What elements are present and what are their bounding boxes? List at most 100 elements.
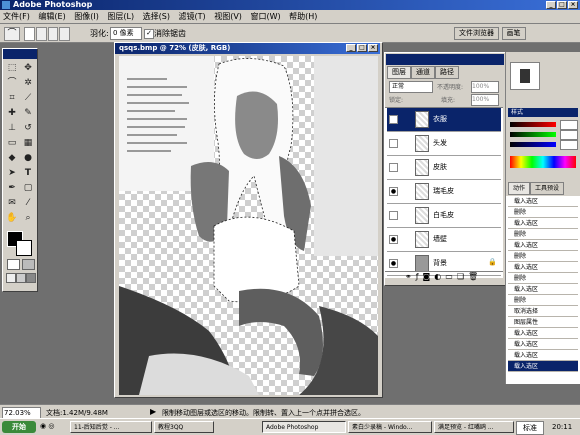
lasso-tool-icon[interactable]: ⌒ xyxy=(5,76,19,90)
layer-row[interactable]: 头发 xyxy=(387,132,501,156)
history-item[interactable]: 载入选区 xyxy=(508,218,578,229)
menu-select[interactable]: 选择(S) xyxy=(140,10,173,23)
close-button[interactable]: × xyxy=(568,1,578,9)
intersect-selection-icon[interactable] xyxy=(59,27,70,41)
hand-tool-icon[interactable]: ✋ xyxy=(5,211,19,225)
doc-close-button[interactable]: × xyxy=(368,44,378,52)
menu-view[interactable]: 视图(V) xyxy=(211,10,245,23)
start-button[interactable]: 开始 xyxy=(2,421,36,433)
brush-tool-icon[interactable]: ✎ xyxy=(21,106,35,120)
mask-icon[interactable]: ◙ xyxy=(423,272,431,283)
stamp-tool-icon[interactable]: ⊥ xyxy=(5,121,19,135)
zoom-tool-icon[interactable]: ⌕ xyxy=(21,211,35,225)
quick-launch-icons[interactable]: ◉ ◎ xyxy=(40,422,54,430)
image-canvas[interactable] xyxy=(119,56,378,395)
screen-mode-full-menu-icon[interactable] xyxy=(16,273,26,283)
tab-brushes[interactable]: 画笔 xyxy=(501,27,526,40)
slice-tool-icon[interactable]: ⟋ xyxy=(21,91,35,105)
move-tool-icon[interactable]: ✥ xyxy=(21,61,35,75)
taskbar-item[interactable]: 素白少录稿 - Windo... xyxy=(348,421,432,433)
taskbar-item[interactable]: 满足预览 - 红嘴鸥 ... xyxy=(434,421,514,433)
tab-tool-presets[interactable]: 工具预设 xyxy=(530,182,565,195)
history-item[interactable]: 图层属性 xyxy=(508,317,578,328)
link-icon[interactable]: ⚭ xyxy=(405,272,412,283)
minimize-button[interactable]: _ xyxy=(546,1,556,9)
healing-brush-icon[interactable]: ✚ xyxy=(5,106,19,120)
notes-tool-icon[interactable]: ✉ xyxy=(5,196,19,210)
standard-mode-icon[interactable] xyxy=(7,259,20,270)
history-item[interactable]: 删除 xyxy=(508,273,578,284)
layer-row[interactable]: 皮肤 xyxy=(387,156,501,180)
magic-wand-icon[interactable]: ✲ xyxy=(21,76,35,90)
adjustment-icon[interactable]: ◐ xyxy=(434,272,441,283)
menu-help[interactable]: 帮助(H) xyxy=(286,10,320,23)
history-item[interactable]: 载入选区 xyxy=(508,350,578,361)
background-color-swatch[interactable] xyxy=(16,240,32,256)
layer-row[interactable]: 衣服 xyxy=(387,108,501,132)
tab-actions[interactable]: 动作 xyxy=(508,182,531,195)
taskbar-item[interactable]: 11-后知后觉 - ... xyxy=(70,421,152,433)
blue-input[interactable] xyxy=(560,140,578,150)
visibility-toggle[interactable] xyxy=(389,139,398,148)
blend-mode-select[interactable]: 正常 xyxy=(389,81,433,93)
menu-layer[interactable]: 图层(L) xyxy=(104,10,137,23)
eye-icon[interactable]: ● xyxy=(389,259,398,268)
layer-row[interactable]: 白毛皮 xyxy=(387,204,501,228)
new-layer-icon[interactable]: ❏ xyxy=(457,272,464,283)
history-item[interactable]: 删除 xyxy=(508,251,578,262)
eraser-tool-icon[interactable]: ▭ xyxy=(5,136,19,150)
layer-row[interactable]: ● 墙壁 xyxy=(387,228,501,252)
new-set-icon[interactable]: ▭ xyxy=(445,272,453,283)
path-select-icon[interactable]: ➤ xyxy=(5,166,19,180)
dodge-tool-icon[interactable]: ● xyxy=(21,151,35,165)
tab-channels[interactable]: 通道 xyxy=(411,66,435,79)
menu-file[interactable]: 文件(F) xyxy=(0,10,33,23)
add-selection-icon[interactable] xyxy=(35,27,47,41)
quick-mask-icon[interactable] xyxy=(22,259,35,270)
history-brush-icon[interactable]: ↺ xyxy=(21,121,35,135)
green-slider[interactable] xyxy=(510,132,556,137)
layer-style-icon[interactable]: ƒ xyxy=(416,272,419,283)
status-arrow-icon[interactable]: ▶ xyxy=(150,407,156,416)
doc-minimize-button[interactable]: _ xyxy=(346,44,356,52)
doc-maximize-button[interactable]: □ xyxy=(357,44,367,52)
history-item-current[interactable]: 载入选区 xyxy=(508,361,578,372)
taskbar-item-active[interactable]: Adobe Photoshop xyxy=(262,421,346,433)
history-item[interactable]: 取消选择 xyxy=(508,306,578,317)
subtract-selection-icon[interactable] xyxy=(47,27,59,41)
screen-mode-full-icon[interactable] xyxy=(26,273,36,283)
history-item[interactable]: 载入选区 xyxy=(508,196,578,207)
history-item[interactable]: 载入选区 xyxy=(508,339,578,350)
visibility-toggle[interactable] xyxy=(389,211,398,220)
tab-layers[interactable]: 图层 xyxy=(387,66,411,79)
history-item[interactable]: 删除 xyxy=(508,295,578,306)
pen-tool-icon[interactable]: ✒ xyxy=(5,181,19,195)
maximize-button[interactable]: □ xyxy=(557,1,567,9)
marquee-tool-icon[interactable]: ⬚ xyxy=(5,61,19,75)
shape-tool-icon[interactable]: ▢ xyxy=(21,181,35,195)
feather-input[interactable]: 0 像素 xyxy=(110,27,142,40)
gradient-tool-icon[interactable]: ▦ xyxy=(21,136,35,150)
green-input[interactable] xyxy=(560,130,578,140)
menu-edit[interactable]: 编辑(E) xyxy=(35,10,68,23)
menu-image[interactable]: 图像(I) xyxy=(71,10,102,23)
menu-filter[interactable]: 滤镜(T) xyxy=(176,10,209,23)
menu-window[interactable]: 窗口(W) xyxy=(247,10,283,23)
antialias-checkbox[interactable]: ✓ xyxy=(144,29,154,39)
new-selection-icon[interactable] xyxy=(24,27,35,41)
trash-icon[interactable]: 🗑 xyxy=(468,272,478,283)
history-item[interactable]: 载入选区 xyxy=(508,240,578,251)
navigator-thumbnail[interactable] xyxy=(510,62,540,90)
fill-input[interactable]: 100% xyxy=(471,94,499,106)
red-input[interactable] xyxy=(560,120,578,130)
color-ramp[interactable] xyxy=(510,156,576,168)
crop-tool-icon[interactable]: ⌗ xyxy=(5,91,19,105)
opacity-input[interactable]: 100% xyxy=(471,81,499,93)
eye-icon[interactable]: ● xyxy=(389,235,398,244)
screen-mode-standard-icon[interactable] xyxy=(6,273,16,283)
blue-slider[interactable] xyxy=(510,142,556,147)
red-slider[interactable] xyxy=(510,122,556,127)
history-item[interactable]: 载入选区 xyxy=(508,284,578,295)
eyedropper-icon[interactable]: ⁄ xyxy=(21,196,35,210)
type-tool-icon[interactable]: T xyxy=(21,166,35,180)
